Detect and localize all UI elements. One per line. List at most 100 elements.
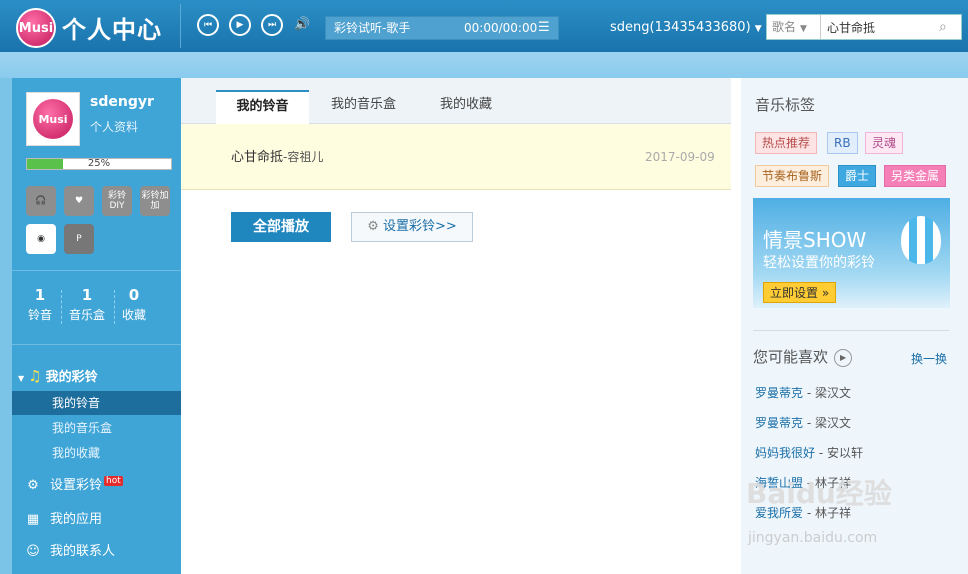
tag-hot[interactable]: 热点推荐 [755,132,818,154]
chevron-down-icon: ▼ [754,24,762,34]
profile-link[interactable]: 个人资料 [90,118,138,135]
avatar-image: Musi [33,99,73,139]
recommend-artist: - 梁汉文 [803,386,851,400]
next-track-icon[interactable]: ⏭ [261,14,283,36]
recommend-item[interactable]: 罗曼蒂克 - 梁汉文 [755,414,851,431]
nav-my-contacts[interactable]: ☺ 我的联系人 [24,540,115,559]
ringtone-plus-icon[interactable]: 彩铃加加 [140,186,170,216]
stat-favorites[interactable]: 0 收藏 [114,286,154,323]
nav-item-label: 设置彩铃 [50,478,103,493]
gear-icon: ⚙ [27,478,39,493]
share-icon[interactable]: P [64,224,94,254]
search-type-select[interactable]: 歌名 ▼ [767,15,821,39]
tag-soul[interactable]: 灵魂 [865,132,904,154]
progress-label: 25% [87,158,111,169]
set-ringback-label: 设置彩铃>> [383,219,457,234]
set-ringback-button[interactable]: ⚙ 设置彩铃>> [351,212,473,242]
weibo-icon[interactable]: ◉ [26,224,56,254]
nav-set-ringback[interactable]: ⚙ 设置彩铃 hot [24,474,123,493]
nav-head-label: 我的彩铃 [45,370,98,385]
song-title: 心甘命抵-容祖儿 [231,146,323,165]
song-artist: -容祖儿 [283,150,324,164]
player-time: 00:00/00:00 [464,21,538,35]
stat-label: 收藏 [121,308,146,322]
search-type-label: 歌名 [772,20,797,34]
promo-banner[interactable]: 情景SHOW 轻松设置你的彩铃 立即设置 » [753,198,950,308]
nav-my-apps[interactable]: ▦ 我的应用 [24,508,102,527]
song-name: 心甘命抵 [231,150,284,165]
stat-number: 0 [128,286,140,304]
volume-icon[interactable]: 🔊 [294,17,310,32]
refresh-link[interactable]: 换一换 [911,350,947,367]
app-title: 个人中心 [62,16,162,44]
nav-my-musicbox[interactable]: 我的音乐盒 [12,416,181,440]
sky-background [0,52,968,78]
top-bar: Musi 个人中心 ⏮ ▶ ⏭ 🔊 彩铃试听-歌手 00:00/00:00 ☰ … [0,0,968,52]
ringtone-diy-icon[interactable]: 彩铃DIY [102,186,132,216]
stat-divider [61,290,62,324]
play-circle-icon[interactable]: ▶ [834,348,853,367]
balloon-image [901,216,941,264]
recommend-item[interactable]: 罗曼蒂克 - 梁汉文 [755,384,851,401]
search-icon[interactable]: ⌕ [939,19,961,35]
tag-alt-metal[interactable]: 另类金属 [884,165,947,187]
app-logo[interactable]: Musi [16,8,56,48]
nav-my-ringback[interactable]: ▼ ♫ 我的彩铃 [18,366,98,385]
user-menu[interactable]: sdeng(13435433680) ▼ [610,20,762,35]
search-box: 歌名 ▼ 心甘命抵 ⌕ [766,14,962,40]
tab-bar: 我的铃音 我的音乐盒 我的收藏 [181,78,731,124]
header-divider [180,4,181,48]
recommend-title: 您可能喜欢 ▶ [753,346,853,367]
avatar[interactable]: Musi [26,92,80,146]
stats: 1 铃音 1 音乐盒 0 收藏 [12,286,181,330]
previous-track-icon[interactable]: ⏮ [197,14,219,36]
heart-icon[interactable]: ♥ [64,186,94,216]
recommend-title-label: 您可能喜欢 [753,348,829,366]
watermark-url: jingyan.baidu.com [748,530,878,546]
recommend-song: 罗曼蒂克 [755,416,804,430]
user-account: sdeng(13435433680) [610,20,751,35]
stat-ringtones[interactable]: 1 铃音 [20,286,60,323]
gear-icon: ⚙ [367,219,379,234]
stat-number: 1 [81,286,93,304]
headphones-icon[interactable]: 🎧 [26,186,56,216]
nav-my-favorites[interactable]: 我的收藏 [12,441,181,465]
banner-button-label: 立即设置 [770,286,819,300]
expand-icon: ▼ [18,374,25,383]
stat-musicbox[interactable]: 1 音乐盒 [66,286,108,323]
nav-item-label: 我的联系人 [50,544,116,559]
divider [12,270,181,271]
tab-my-favorites[interactable]: 我的收藏 [440,90,492,124]
hot-badge: hot [104,476,123,486]
banner-subtitle: 轻松设置你的彩铃 [763,255,875,271]
divider [12,344,181,345]
main-content: 我的铃音 我的音乐盒 我的收藏 心甘命抵-容祖儿 2017-09-09 全部播放… [181,78,741,574]
song-date: 2017-09-09 [645,150,715,164]
search-input[interactable]: 心甘命抵 [821,19,939,36]
tab-my-ringtones[interactable]: 我的铃音 [216,90,309,124]
contacts-icon: ☺ [26,544,40,559]
play-all-button[interactable]: 全部播放 [231,212,331,242]
watermark-logo: Baidu经验 [746,477,892,510]
play-icon[interactable]: ▶ [229,14,251,36]
tag-rnb[interactable]: 节奏布鲁斯 [755,165,830,187]
tag-jazz[interactable]: 爵士 [838,165,877,187]
player-bar: 彩铃试听-歌手 00:00/00:00 ☰ [325,16,559,40]
song-row[interactable]: 心甘命抵-容祖儿 2017-09-09 [181,124,731,190]
music-tags-title: 音乐标签 [755,96,816,114]
banner-title: 情景SHOW [763,228,867,252]
nav-my-ringtones[interactable]: 我的铃音 [12,391,181,415]
chevron-down-icon: ▼ [800,24,807,34]
player-track: 彩铃试听-歌手 [334,21,411,35]
playlist-icon[interactable]: ☰ [538,17,550,39]
music-note-icon: ♫ [28,367,42,385]
recommend-song: 妈妈我很好 [755,446,816,460]
tab-my-musicbox[interactable]: 我的音乐盒 [331,90,396,124]
banner-set-now-button[interactable]: 立即设置 » [763,282,837,303]
stat-label: 音乐盒 [68,308,105,322]
recommend-artist: - 安以轩 [815,446,863,460]
tag-rb[interactable]: RB [827,132,858,154]
grid-icon: ▦ [26,512,40,527]
recommend-item[interactable]: 妈妈我很好 - 安以轩 [755,444,863,461]
left-sidebar: Musi sdengyr 个人资料 25% 🎧 ♥ 彩铃DIY 彩铃加加 ◉ P… [12,78,181,574]
